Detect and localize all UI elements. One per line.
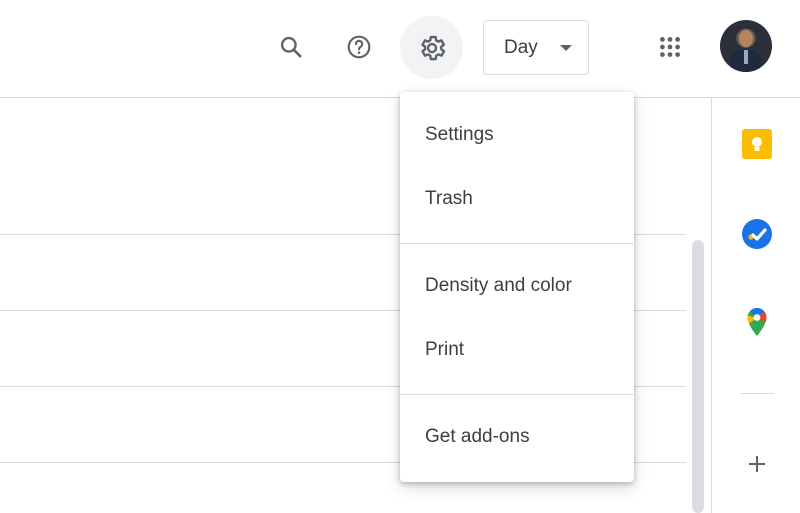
add-app-button[interactable] <box>741 448 773 480</box>
side-panel <box>711 98 800 513</box>
tasks-icon <box>742 219 772 249</box>
maps-icon <box>747 308 767 336</box>
add-icon <box>749 456 765 472</box>
apps-button[interactable] <box>646 23 694 71</box>
apps-grid-icon <box>660 37 680 57</box>
menu-item-print[interactable]: Print <box>400 322 634 378</box>
keep-button[interactable] <box>741 128 773 160</box>
avatar-face <box>739 30 753 47</box>
menu-item-density-and-color[interactable]: Density and color <box>400 258 634 314</box>
top-bar: Day <box>0 0 800 98</box>
search-button[interactable] <box>267 23 315 71</box>
view-selector[interactable]: Day <box>483 20 589 75</box>
maps-button[interactable] <box>741 306 773 338</box>
help-icon <box>347 35 371 59</box>
tasks-button[interactable] <box>741 218 773 250</box>
menu-divider <box>400 243 634 244</box>
side-panel-divider <box>740 393 774 394</box>
caret-down-icon <box>560 45 572 51</box>
gear-icon <box>420 35 445 60</box>
scrollbar[interactable] <box>692 240 704 513</box>
settings-menu: Settings Trash Density and color Print G… <box>400 92 634 482</box>
search-icon <box>280 36 302 58</box>
avatar[interactable] <box>720 20 772 72</box>
menu-item-trash[interactable]: Trash <box>400 171 634 227</box>
settings-button[interactable] <box>400 16 463 79</box>
menu-item-get-add-ons[interactable]: Get add-ons <box>400 409 634 465</box>
menu-item-settings[interactable]: Settings <box>400 107 634 163</box>
menu-divider <box>400 394 634 395</box>
help-button[interactable] <box>335 23 383 71</box>
avatar-tie <box>744 50 748 64</box>
view-selector-label: Day <box>504 36 538 58</box>
keep-icon <box>742 129 772 159</box>
